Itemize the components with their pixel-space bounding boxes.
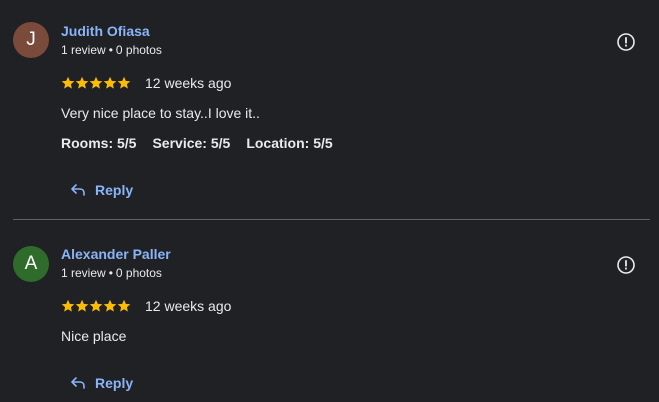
star-icon xyxy=(61,76,75,89)
subratings: Rooms: 5/5 Service: 5/5 Location: 5/5 xyxy=(61,135,333,151)
review-text: Nice place xyxy=(61,328,127,344)
reviews-panel: J Judith Ofiasa 1 review • 0 photos 12 wee… xyxy=(0,0,659,402)
review-divider xyxy=(13,219,650,220)
reviewer-name[interactable]: Alexander Paller xyxy=(61,246,171,262)
rating-row: 12 weeks ago xyxy=(61,75,231,91)
star-icon xyxy=(75,299,89,312)
star-icon xyxy=(61,299,75,312)
review-text: Very nice place to stay..I love it.. xyxy=(61,105,260,121)
review-time: 12 weeks ago xyxy=(145,75,232,91)
rating-row: 12 weeks ago xyxy=(61,298,231,314)
reviewer-meta: 1 review • 0 photos xyxy=(61,43,162,57)
star-icon xyxy=(89,76,103,89)
reviewer-meta: 1 review • 0 photos xyxy=(61,266,162,280)
star-icon xyxy=(75,76,89,89)
meta-separator: • xyxy=(108,266,113,280)
photo-count: 0 photos xyxy=(115,266,162,280)
star-icon xyxy=(89,299,103,312)
star-icon xyxy=(117,76,131,89)
review-count: 1 review xyxy=(61,43,106,57)
reply-button[interactable]: Reply xyxy=(70,375,133,391)
subrating-rooms: Rooms: 5/5 xyxy=(61,135,137,151)
avatar[interactable]: A xyxy=(13,246,49,282)
star-icon xyxy=(103,299,117,312)
star-icon xyxy=(103,76,117,89)
avatar[interactable]: J xyxy=(13,22,49,58)
meta-separator: • xyxy=(108,43,113,57)
reply-button[interactable]: Reply xyxy=(70,182,133,198)
subrating-location: Location: 5/5 xyxy=(246,135,333,151)
star-rating xyxy=(61,299,131,313)
reply-arrow-icon xyxy=(71,184,85,196)
review-time: 12 weeks ago xyxy=(145,298,232,314)
photo-count: 0 photos xyxy=(115,43,162,57)
reply-label: Reply xyxy=(95,182,134,198)
subrating-service: Service: 5/5 xyxy=(152,135,231,151)
reviewer-name[interactable]: Judith Ofiasa xyxy=(61,23,150,39)
star-rating xyxy=(61,76,131,90)
reply-arrow-icon xyxy=(71,377,85,389)
reply-label: Reply xyxy=(95,375,134,391)
report-flag-icon[interactable] xyxy=(616,32,636,52)
star-icon xyxy=(117,299,131,312)
report-flag-icon[interactable] xyxy=(616,255,636,275)
review-count: 1 review xyxy=(61,266,106,280)
